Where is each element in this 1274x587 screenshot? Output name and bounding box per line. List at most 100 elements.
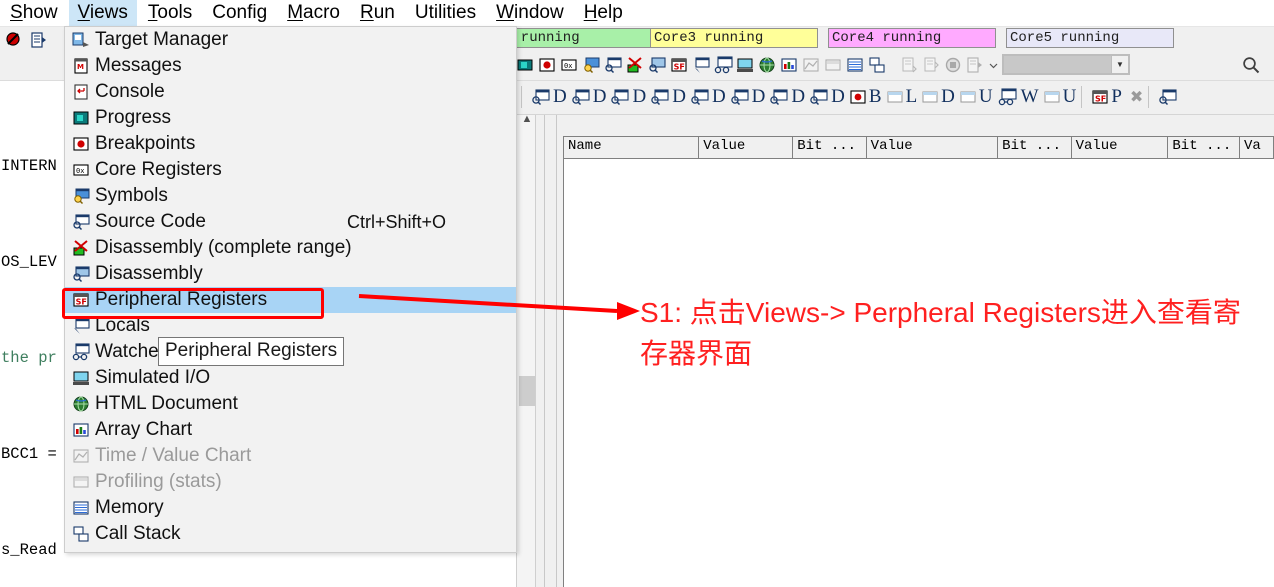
column-header-name[interactable]: Name: [564, 137, 700, 158]
search-combo[interactable]: ▼: [1002, 54, 1130, 75]
symbols-icon[interactable]: [580, 54, 602, 76]
scroll-thumb[interactable]: [519, 376, 535, 406]
call-stack-icon: [67, 523, 95, 545]
column-header-value-4[interactable]: Va: [1239, 137, 1274, 158]
menu-item-label: Source Code: [95, 211, 206, 232]
menu-item-call-stack[interactable]: Call Stack: [65, 521, 516, 547]
column-header-bit-2[interactable]: Bit ...: [998, 137, 1072, 158]
call-stack-icon[interactable]: [866, 54, 888, 76]
menu-item-source-code[interactable]: Source Code Ctrl+Shift+O: [65, 209, 516, 235]
source-code-icon[interactable]: [602, 54, 624, 76]
column-header-value-3[interactable]: Value: [1071, 137, 1169, 158]
menu-utilities[interactable]: Utilities: [406, 0, 485, 26]
menu-config[interactable]: Config: [203, 0, 276, 26]
close-icon[interactable]: ✖: [1130, 87, 1143, 107]
menu-run[interactable]: Run: [351, 0, 404, 26]
array-chart-icon: [67, 419, 95, 441]
doc-tab[interactable]: B: [849, 86, 882, 108]
memory-icon[interactable]: [844, 54, 866, 76]
disassembly-icon[interactable]: [646, 54, 668, 76]
doc-tab[interactable]: D: [769, 86, 805, 108]
menu-views[interactable]: Views: [68, 0, 137, 26]
column-header-bit-3[interactable]: Bit ...: [1168, 137, 1240, 158]
chevron-down-icon[interactable]: ▼: [1111, 56, 1128, 73]
menu-window[interactable]: Window: [487, 0, 573, 26]
code-pane-scrollbar[interactable]: ▲: [516, 110, 536, 587]
chevron-down-icon[interactable]: [988, 54, 998, 76]
menu-bar: Show Views Tools Config Macro Run Utilit…: [0, 0, 1274, 27]
code-list-icon[interactable]: [28, 29, 50, 51]
menu-macro[interactable]: Macro: [278, 0, 349, 26]
simulated-io-icon[interactable]: [734, 54, 756, 76]
peripheral-registers-icon[interactable]: SF: [668, 54, 690, 76]
menu-item-breakpoints[interactable]: Breakpoints: [65, 131, 516, 157]
locals-icon[interactable]: [690, 54, 712, 76]
menu-item-core-registers[interactable]: 0x Core Registers: [65, 157, 516, 183]
menu-item-html-document[interactable]: HTML Document: [65, 391, 516, 417]
menu-show[interactable]: Show: [1, 0, 67, 26]
menu-views-rest: iews: [89, 2, 128, 23]
menu-item-memory[interactable]: Memory: [65, 495, 516, 521]
doc-tab[interactable]: D: [610, 86, 646, 108]
source-code-icon: [650, 88, 670, 106]
menu-item-console[interactable]: Console: [65, 79, 516, 105]
column-header-value-2[interactable]: Value: [866, 137, 999, 158]
menu-help[interactable]: Help: [575, 0, 632, 26]
doc-tab-trailing[interactable]: [1158, 88, 1180, 106]
views-dropdown-menu[interactable]: Target Manager M Messages Console Progre…: [64, 26, 517, 553]
menu-item-peripheral-registers[interactable]: SF Peripheral Registers: [65, 287, 516, 313]
menu-item-time-value-chart: Time / Value Chart: [65, 443, 516, 469]
doc-tab[interactable]: U: [1043, 86, 1077, 108]
menu-item-label: Core Registers: [95, 159, 222, 180]
divider: [1081, 86, 1083, 108]
doc-tab-label: U: [1062, 86, 1077, 107]
menu-item-array-chart[interactable]: Array Chart: [65, 417, 516, 443]
array-chart-icon[interactable]: [778, 54, 800, 76]
progress-icon: [67, 107, 95, 129]
doc-tab[interactable]: D: [650, 86, 686, 108]
menu-item-messages[interactable]: M Messages: [65, 53, 516, 79]
doc-tab[interactable]: D: [730, 86, 765, 108]
doc-tab-active[interactable]: SF P: [1091, 86, 1122, 108]
watches-icon[interactable]: [712, 54, 734, 76]
core-registers-icon[interactable]: 0x: [558, 54, 580, 76]
pane-splitter[interactable]: [544, 110, 545, 587]
menu-item-target-manager[interactable]: Target Manager: [65, 27, 516, 53]
doc-tab-label: P: [1111, 86, 1122, 107]
column-header-bit[interactable]: Bit ...: [793, 137, 867, 158]
column-header-value[interactable]: Value: [699, 137, 794, 158]
doc-tab[interactable]: D: [690, 86, 726, 108]
doc-tab[interactable]: U: [959, 86, 993, 108]
menu-item-disassembly-complete-range[interactable]: Disassembly (complete range): [65, 235, 516, 261]
doc-tab-label: D: [831, 86, 845, 107]
menu-item-label: Symbols: [95, 185, 168, 206]
doc-tab[interactable]: D: [571, 86, 607, 108]
step-into-icon: [898, 54, 920, 76]
html-document-icon[interactable]: [756, 54, 778, 76]
doc-tab[interactable]: D: [531, 86, 567, 108]
breakpoint-icon[interactable]: [536, 54, 558, 76]
menu-item-locals[interactable]: Locals: [65, 313, 516, 339]
code-list-icon: [964, 54, 986, 76]
menu-item-symbols[interactable]: Symbols: [65, 183, 516, 209]
progress-icon[interactable]: [514, 54, 536, 76]
time-value-chart-icon: [800, 54, 822, 76]
doc-tab[interactable]: D: [921, 86, 955, 108]
stop-record-icon[interactable]: [3, 29, 25, 51]
doc-tab[interactable]: W: [997, 86, 1039, 108]
search-icon[interactable]: [1240, 54, 1262, 76]
menu-item-simulated-io[interactable]: Simulated I/O: [65, 365, 516, 391]
document-tab-row: D D D D D D D D B L D U W U SF P ✖: [516, 80, 1274, 115]
tooltip: Peripheral Registers: [158, 337, 345, 366]
search-input[interactable]: [1004, 56, 1111, 73]
doc-tab-label: D: [592, 86, 607, 107]
pane-splitter-2[interactable]: [556, 110, 557, 587]
menu-tools[interactable]: Tools: [139, 0, 201, 26]
disassembly-range-icon[interactable]: [624, 54, 646, 76]
menu-item-shortcut: Ctrl+Shift+O: [346, 211, 446, 232]
window-icon: [886, 88, 904, 106]
menu-item-progress[interactable]: Progress: [65, 105, 516, 131]
doc-tab[interactable]: L: [886, 86, 917, 108]
doc-tab[interactable]: D: [809, 86, 845, 108]
menu-item-disassembly[interactable]: Disassembly: [65, 261, 516, 287]
